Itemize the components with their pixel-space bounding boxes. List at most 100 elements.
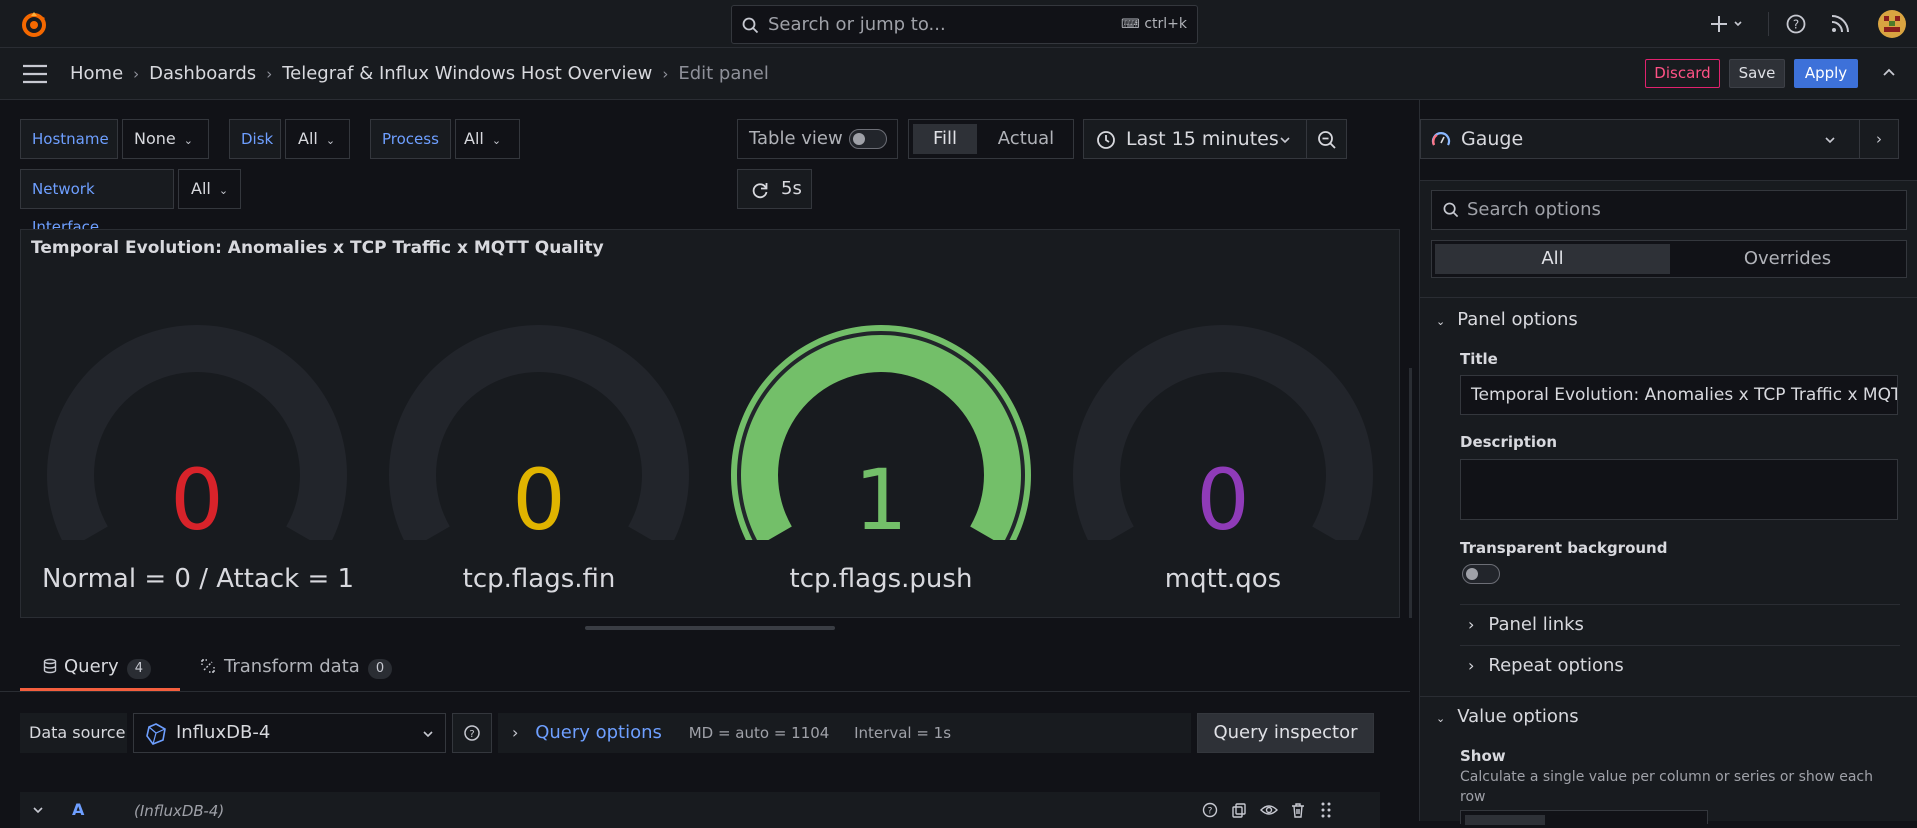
transparent-background-label: Transparent background xyxy=(1460,539,1668,557)
value-options-header[interactable]: ⌄ Value options xyxy=(1436,706,1579,727)
chevron-up-icon[interactable] xyxy=(1881,64,1897,80)
tab-query[interactable]: Query 4 xyxy=(42,650,151,692)
value-options-label: Value options xyxy=(1457,706,1579,727)
drag-handle-icon[interactable] xyxy=(1320,801,1332,819)
variable-select-hostname[interactable]: None ⌄ xyxy=(122,119,209,159)
query-inspector-button[interactable]: Query inspector xyxy=(1197,713,1374,753)
save-button[interactable]: Save xyxy=(1729,59,1785,88)
chevron-right-icon: › xyxy=(662,65,669,83)
keyboard-icon: ⌨ xyxy=(1121,17,1140,32)
show-description: Calculate a single value per column or s… xyxy=(1460,769,1873,805)
copy-icon[interactable] xyxy=(1231,802,1247,818)
svg-text:?: ? xyxy=(1793,18,1799,32)
chevron-down-icon: ⌄ xyxy=(1436,315,1446,328)
transparent-background-switch[interactable] xyxy=(1462,564,1500,584)
refresh-button[interactable]: 5s xyxy=(737,169,812,209)
datasource-select[interactable]: InfluxDB-4 xyxy=(133,713,446,753)
query-ref-id[interactable]: A xyxy=(72,800,84,819)
repeat-options-label: Repeat options xyxy=(1488,655,1624,676)
gauge-value: 0 xyxy=(1196,451,1250,549)
query-options-bar[interactable]: › Query options MD = auto = 1104 Interva… xyxy=(498,713,1191,753)
variable-select-disk[interactable]: All ⌄ xyxy=(285,119,350,159)
breadcrumb-current: Edit panel xyxy=(678,63,769,84)
chevron-down-icon xyxy=(1280,137,1290,144)
refresh-interval: 5s xyxy=(781,178,802,199)
gauge: 0 tcp.flags.fin xyxy=(384,310,694,594)
variable-select-network-interface[interactable]: All ⌄ xyxy=(178,169,241,209)
datasource-help-button[interactable]: ? xyxy=(452,713,492,753)
user-avatar[interactable] xyxy=(1878,10,1906,38)
gauge-label: mqtt.qos xyxy=(1164,564,1282,594)
tab-all[interactable]: All xyxy=(1435,244,1670,274)
divider xyxy=(1420,297,1917,298)
repeat-options-header[interactable]: › Repeat options xyxy=(1468,655,1624,676)
options-search-placeholder: Search options xyxy=(1467,199,1601,220)
help-icon: ? xyxy=(464,725,480,741)
breadcrumb-dashboards[interactable]: Dashboards xyxy=(149,63,256,84)
chevron-down-icon xyxy=(423,731,433,738)
variable-label-disk: Disk xyxy=(229,119,281,159)
grafana-logo-icon[interactable] xyxy=(20,10,48,38)
panel-links-header[interactable]: › Panel links xyxy=(1468,614,1584,635)
tab-transform-data[interactable]: Transform data 0 xyxy=(200,650,393,692)
gauge-value: 0 xyxy=(512,451,566,549)
scrollbar[interactable] xyxy=(1409,368,1412,618)
panel-options-header[interactable]: ⌄ Panel options xyxy=(1436,309,1578,330)
visualization-picker[interactable]: Gauge xyxy=(1420,119,1869,159)
fill-option[interactable]: Fill xyxy=(913,124,977,154)
variable-label-process: Process xyxy=(370,119,451,159)
tab-transform-label: Transform data xyxy=(224,656,360,677)
switch-knob xyxy=(1466,568,1478,580)
news-rss-icon[interactable] xyxy=(1828,12,1852,36)
query-options-label[interactable]: Query options xyxy=(535,722,662,743)
tab-query-label: Query xyxy=(64,656,119,677)
search-input[interactable]: Search or jump to... ⌨ ctrl+k xyxy=(731,5,1198,44)
actual-option[interactable]: Actual xyxy=(983,124,1069,154)
chevron-down-icon[interactable] xyxy=(32,805,44,815)
title-input[interactable]: Temporal Evolution: Anomalies x TCP Traf… xyxy=(1460,375,1898,415)
query-count-badge: 4 xyxy=(126,659,151,679)
apply-button[interactable]: Apply xyxy=(1794,59,1858,88)
variable-label-hostname: Hostname xyxy=(20,119,118,159)
trash-icon[interactable] xyxy=(1290,802,1306,818)
query-row: A (InfluxDB-4) ? xyxy=(20,792,1380,828)
chevron-right-icon: › xyxy=(133,65,140,83)
panel-title: Temporal Evolution: Anomalies x TCP Traf… xyxy=(31,238,604,258)
variable-select-process[interactable]: All ⌄ xyxy=(455,119,520,159)
description-textarea[interactable] xyxy=(1460,459,1898,520)
svg-text:?: ? xyxy=(469,729,474,740)
discard-button[interactable]: Discard xyxy=(1645,59,1720,88)
chevron-down-icon: ⌄ xyxy=(1436,712,1446,725)
plus-icon[interactable] xyxy=(1710,12,1742,36)
transform-icon xyxy=(201,659,215,673)
divider xyxy=(1768,12,1769,36)
gauge: 0 mqtt.qos xyxy=(1068,310,1378,594)
search-shortcut-text: ctrl+k xyxy=(1144,16,1187,32)
clock-icon xyxy=(1097,131,1115,149)
tab-overrides[interactable]: Overrides xyxy=(1670,244,1905,274)
pane-resizer[interactable] xyxy=(585,626,835,630)
chevron-right-icon[interactable]: › xyxy=(1859,119,1899,159)
help-icon[interactable]: ? xyxy=(1784,12,1808,36)
query-datasource: (InfluxDB-4) xyxy=(134,802,225,820)
gauge-value: 0 xyxy=(170,451,224,549)
zoom-out-button[interactable] xyxy=(1306,119,1347,159)
interval-value: Interval = 1s xyxy=(854,724,952,742)
menu-icon[interactable] xyxy=(22,64,48,84)
gauge-label: tcp.flags.fin xyxy=(462,564,616,594)
breadcrumb-home[interactable]: Home xyxy=(70,63,123,84)
show-option-selected[interactable] xyxy=(1465,815,1545,825)
chevron-right-icon: › xyxy=(512,723,519,742)
database-icon xyxy=(43,658,57,674)
breadcrumb-dashboard[interactable]: Telegraf & Influx Windows Host Overview xyxy=(282,63,652,84)
help-icon[interactable]: ? xyxy=(1202,802,1218,818)
table-view-switch[interactable] xyxy=(849,129,887,149)
search-icon xyxy=(742,17,759,34)
time-range-picker[interactable]: Last 15 minutes xyxy=(1083,119,1307,159)
table-view-toggle[interactable]: Table view xyxy=(737,119,898,159)
chevron-right-icon: › xyxy=(1468,656,1475,675)
show-radio-group[interactable] xyxy=(1460,810,1708,825)
options-search-input[interactable]: Search options xyxy=(1431,190,1907,230)
datasource-value: InfluxDB-4 xyxy=(176,722,271,743)
eye-icon[interactable] xyxy=(1260,802,1278,818)
